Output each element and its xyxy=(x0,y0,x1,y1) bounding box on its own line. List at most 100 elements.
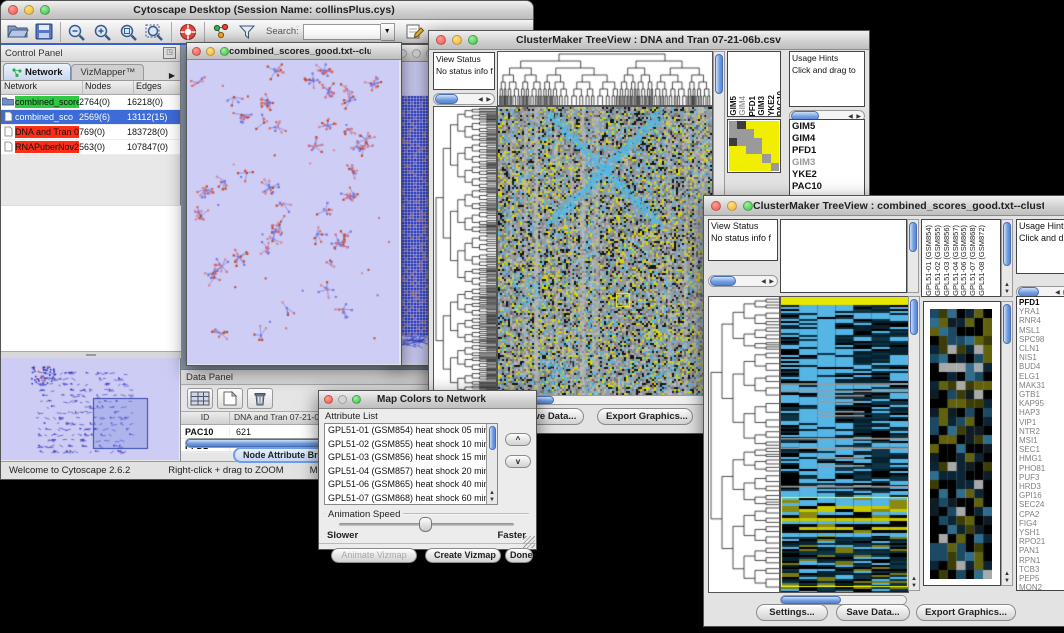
gene-label[interactable]: PAC10 xyxy=(790,181,864,193)
gene-label[interactable]: RNR4 xyxy=(1017,316,1064,325)
settings-button[interactable]: Settings... xyxy=(756,604,828,621)
attribute-list-vscrollbar[interactable]: ▲▼ xyxy=(486,424,497,504)
column-dendrogram-panel[interactable] xyxy=(780,219,907,293)
gene-label[interactable]: SEC1 xyxy=(1017,445,1064,454)
zoom-heatmap-panel[interactable] xyxy=(923,301,1001,586)
search-input[interactable] xyxy=(303,24,381,40)
gene-label[interactable]: TCB3 xyxy=(1017,565,1064,574)
gene-label[interactable]: FIG4 xyxy=(1017,519,1064,528)
zoom-button[interactable] xyxy=(743,201,753,211)
minimize-button[interactable] xyxy=(24,5,34,15)
gene-list-panel[interactable]: PFD1YRA1RNR4MSL1SPC98CLN1NIS1BUD4ELG1MAK… xyxy=(1016,296,1064,591)
network-table-row[interactable]: combined_scores2764(0)16218(0) xyxy=(1,95,180,110)
heatmap-vscrollbar[interactable]: ▲▼ xyxy=(908,296,920,591)
gene-label[interactable]: HAP3 xyxy=(1017,408,1064,417)
network-canvas[interactable] xyxy=(187,60,399,364)
column-label[interactable]: PFD1 xyxy=(749,96,757,116)
gene-label[interactable]: PFD1 xyxy=(790,145,864,157)
attribute-list-item[interactable]: GPL51-04 (GSM857) heat shock 20 min xyxy=(325,465,497,479)
column-label[interactable]: GPL51-08 (GSM872) xyxy=(978,225,987,296)
zoom-in-icon[interactable] xyxy=(90,21,116,43)
heatmap-canvas[interactable] xyxy=(497,106,713,396)
attribute-list-item[interactable]: GPL51-07 (GSM868) heat shock 60 min xyxy=(325,492,497,506)
gene-label[interactable]: KAP95 xyxy=(1017,399,1064,408)
gene-label[interactable]: NIS1 xyxy=(1017,353,1064,362)
minimize-button[interactable] xyxy=(338,395,347,404)
gene-label[interactable]: PEP5 xyxy=(1017,574,1064,583)
minimize-button[interactable] xyxy=(412,49,421,58)
view-status-scrollbar[interactable]: ◀ ▶ xyxy=(708,275,778,287)
close-button[interactable] xyxy=(192,47,201,56)
gene-label[interactable]: GIM5 xyxy=(790,121,864,133)
tab-network[interactable]: Network xyxy=(3,63,71,80)
gene-label[interactable]: PAN1 xyxy=(1017,546,1064,555)
gene-label[interactable]: SEC24 xyxy=(1017,500,1064,509)
gene-label[interactable]: PUF3 xyxy=(1017,473,1064,482)
move-up-button[interactable]: ^ xyxy=(505,433,531,446)
column-label[interactable]: GIM4 xyxy=(739,96,747,116)
column-labels-panel[interactable]: GIM5GIM4PFD1GIM3YKE2PAC10 xyxy=(727,51,781,117)
minimize-button[interactable] xyxy=(727,201,737,211)
tab-overflow-arrow[interactable]: ▶ xyxy=(166,71,178,80)
minimize-button[interactable] xyxy=(206,47,215,56)
network-table-row[interactable]: combined_sco2569(6)13112(15) xyxy=(1,110,180,125)
gene-label[interactable]: HMG1 xyxy=(1017,454,1064,463)
zoom-selected-icon[interactable] xyxy=(116,21,142,43)
search-dropdown-arrow[interactable]: ▼ xyxy=(381,23,395,41)
gene-label[interactable]: GPI16 xyxy=(1017,491,1064,500)
gene-label[interactable]: YRA1 xyxy=(1017,307,1064,316)
network-table-header[interactable]: Network Nodes Edges xyxy=(1,81,180,95)
gene-label[interactable]: RPO21 xyxy=(1017,537,1064,546)
save-data-button[interactable]: Save Data... xyxy=(836,604,910,621)
save-icon[interactable] xyxy=(31,21,57,43)
gene-label[interactable]: CLN1 xyxy=(1017,344,1064,353)
zoom-out-icon[interactable] xyxy=(64,21,90,43)
attribute-list-item[interactable]: GPL51-06 (GSM865) heat shock 40 min xyxy=(325,478,497,492)
gene-label[interactable]: ELG1 xyxy=(1017,372,1064,381)
column-dendrogram-canvas[interactable] xyxy=(497,51,713,106)
zoom-button[interactable] xyxy=(352,395,361,404)
animate-vizmap-button[interactable]: Animate Vizmap xyxy=(331,548,417,563)
view-status-scrollbar[interactable]: ◀ ▶ xyxy=(433,93,495,105)
float-panel-icon[interactable]: ◳ xyxy=(163,47,176,59)
gene-label[interactable]: MSL1 xyxy=(1017,326,1064,335)
attribute-list-item[interactable]: GPL51-02 (GSM855) heat shock 10 min xyxy=(325,438,497,452)
gene-label[interactable]: HRD3 xyxy=(1017,482,1064,491)
gene-label[interactable]: MAK31 xyxy=(1017,381,1064,390)
gene-label[interactable]: VIP1 xyxy=(1017,418,1064,427)
column-label[interactable]: GIM3 xyxy=(758,96,766,116)
minimize-button[interactable] xyxy=(452,35,462,45)
gene-label[interactable]: RPN1 xyxy=(1017,556,1064,565)
network-tree-empty-area[interactable] xyxy=(1,205,181,352)
create-vizmap-button[interactable]: Create Vizmap xyxy=(425,548,501,563)
close-button[interactable] xyxy=(436,35,446,45)
gene-label[interactable]: PHO81 xyxy=(1017,464,1064,473)
export-graphics-button[interactable]: Export Graphics... xyxy=(916,604,1016,621)
filter-icon[interactable] xyxy=(234,21,260,43)
attribute-list-item[interactable]: GPL51-01 (GSM854) heat shock 05 min xyxy=(325,424,497,438)
column-dendrogram-vscrollbar[interactable] xyxy=(907,219,919,293)
gene-label[interactable]: NTR2 xyxy=(1017,427,1064,436)
gene-label[interactable]: GIM4 xyxy=(790,133,864,145)
gene-label[interactable]: PFD1 xyxy=(1017,298,1064,307)
gene-label[interactable]: GTB1 xyxy=(1017,390,1064,399)
open-icon[interactable] xyxy=(5,21,31,43)
export-graphics-button[interactable]: Export Graphics... xyxy=(597,408,693,425)
column-labels-vscrollbar[interactable]: ▲▼ xyxy=(1001,219,1013,297)
annotation-icon[interactable] xyxy=(403,21,429,43)
resize-grip[interactable] xyxy=(523,536,535,548)
network-table-row[interactable]: DNA and Tran 07769(0)183728(0) xyxy=(1,125,180,140)
column-label[interactable]: YKE2 xyxy=(768,95,776,116)
column-labels-panel[interactable]: GPL51-01 (GSM854)GPL51-02 (GSM855)GPL51-… xyxy=(921,219,1001,297)
animation-speed-slider-thumb[interactable] xyxy=(419,517,432,532)
help-lifesaver-icon[interactable] xyxy=(175,21,201,43)
gene-label[interactable]: BUD4 xyxy=(1017,362,1064,371)
zoom-fit-icon[interactable] xyxy=(142,21,168,43)
network-overview-canvas[interactable] xyxy=(1,358,179,460)
row-dendrogram-canvas[interactable] xyxy=(433,106,497,396)
gene-label[interactable]: GIM3 xyxy=(790,157,864,169)
gene-label[interactable]: CPA2 xyxy=(1017,510,1064,519)
row-dendrogram-canvas[interactable] xyxy=(708,296,780,593)
heatmap-canvas[interactable] xyxy=(780,296,909,593)
zoom-button[interactable] xyxy=(40,5,50,15)
